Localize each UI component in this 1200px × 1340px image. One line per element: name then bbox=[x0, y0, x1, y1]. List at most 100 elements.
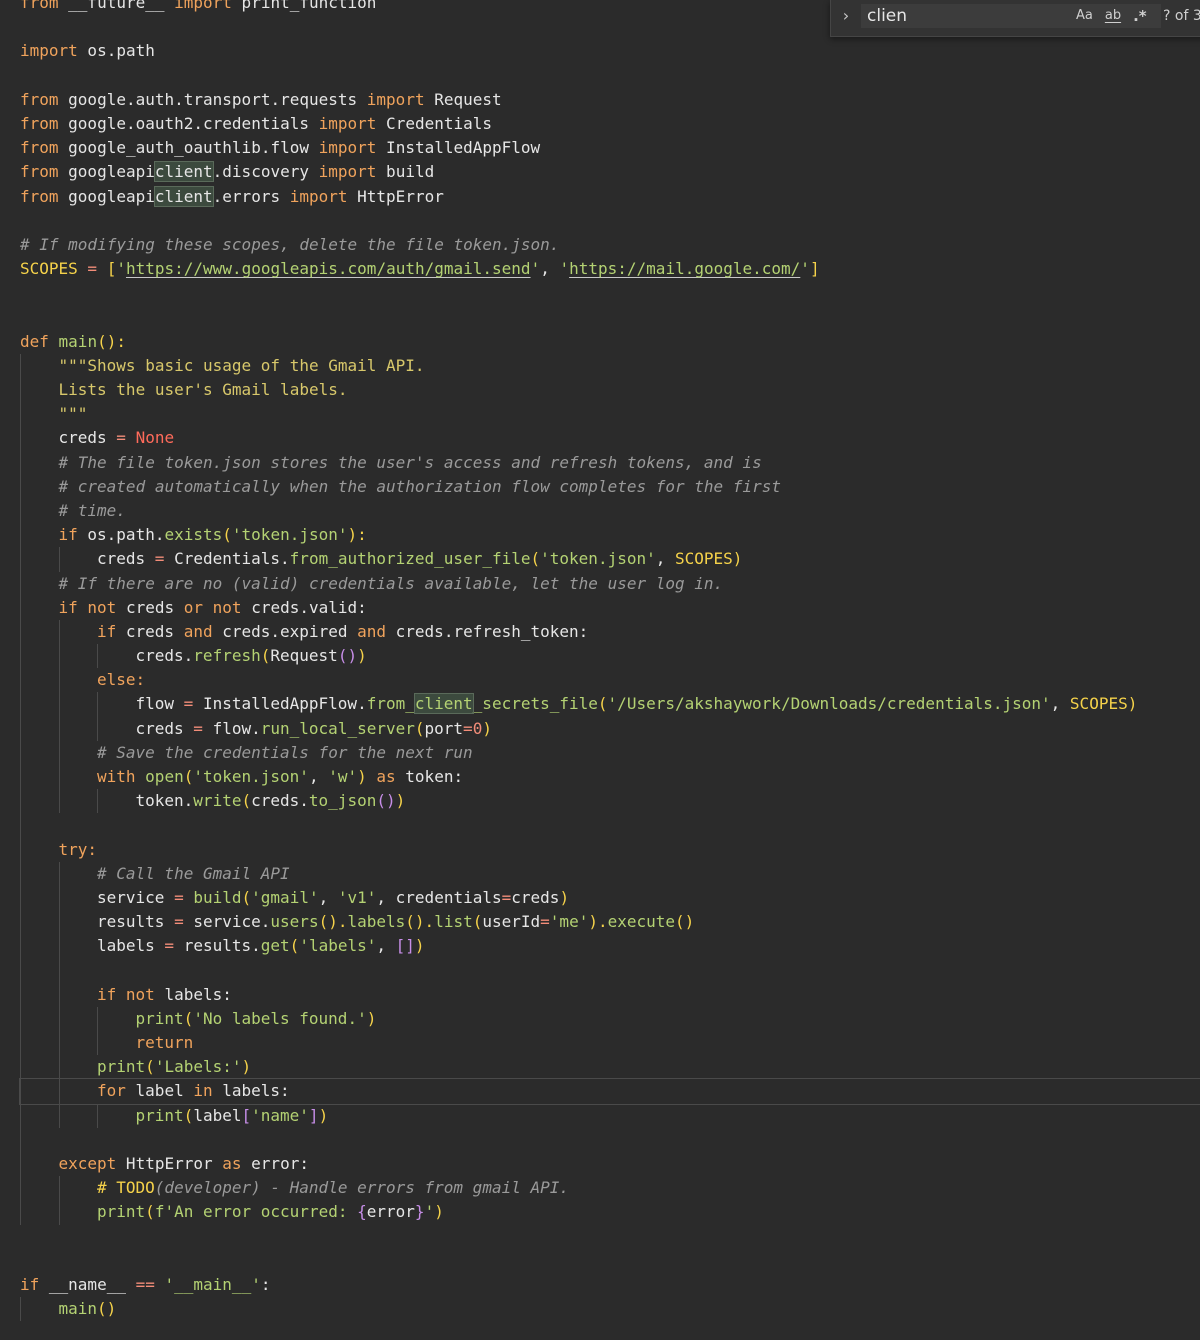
code-line-12[interactable]: SCOPES = ['https://www.googleapis.com/au… bbox=[20, 257, 1200, 281]
code-line-15[interactable]: def main(): bbox=[20, 330, 1200, 354]
punctuation: ). bbox=[588, 912, 608, 932]
operator: = bbox=[501, 887, 512, 907]
code-line-29[interactable]: else: bbox=[20, 668, 1200, 693]
code-line-36[interactable]: try: bbox=[20, 837, 1200, 862]
operator: = bbox=[540, 912, 550, 932]
code-line-10[interactable] bbox=[20, 209, 1200, 233]
code-line-44[interactable]: return bbox=[20, 1031, 1200, 1056]
url-link[interactable]: https://mail.google.com/ bbox=[569, 259, 800, 278]
code-line-45[interactable]: print('Labels:') bbox=[20, 1055, 1200, 1080]
url-link[interactable]: https://www.googleapis.com/auth/gmail.se… bbox=[126, 259, 531, 278]
keyword: from bbox=[20, 113, 59, 133]
code-line-54[interactable]: if __name__ == '__main__': bbox=[20, 1273, 1200, 1297]
regex-button[interactable]: .* bbox=[1130, 5, 1150, 27]
code-line-6[interactable]: from google.oauth2.credentials import Cr… bbox=[20, 112, 1200, 136]
code-line-16[interactable]: """Shows basic usage of the Gmail API. bbox=[20, 353, 1200, 378]
punctuation: ) bbox=[559, 887, 570, 907]
code-line-32[interactable]: # Save the credentials for the next run bbox=[20, 740, 1200, 765]
identifier: build bbox=[376, 162, 435, 182]
code-line-42[interactable]: if not labels: bbox=[20, 982, 1200, 1007]
function-name: refresh bbox=[193, 646, 261, 666]
code-line-27[interactable]: if creds and creds.expired and creds.ref… bbox=[20, 619, 1200, 645]
keyword: and bbox=[357, 621, 387, 641]
code-line-50[interactable]: # TODO(developer) - Handle errors from g… bbox=[20, 1176, 1200, 1201]
search-match-highlight: client bbox=[153, 185, 214, 207]
code-line-8[interactable]: from googleapiclient.discovery import bu… bbox=[20, 160, 1200, 184]
string: 'token.json' bbox=[231, 525, 348, 545]
identifier: port bbox=[424, 718, 464, 738]
code-line-9[interactable]: from googleapiclient.errors import HttpE… bbox=[20, 185, 1200, 209]
code-editor[interactable]: from __future__ import print_function im… bbox=[0, 0, 1200, 1340]
code-line-31[interactable]: creds = flow.run_local_server(port=0) bbox=[20, 716, 1200, 741]
whole-word-button[interactable]: ab bbox=[1102, 5, 1124, 27]
code-line-49[interactable]: except HttpError as error: bbox=[20, 1152, 1200, 1177]
code-line-26[interactable]: if not creds or not creds.valid: bbox=[20, 595, 1200, 620]
match-case-button[interactable]: Aa bbox=[1073, 5, 1096, 27]
code-line-48[interactable] bbox=[20, 1127, 1200, 1152]
code-line-39[interactable]: results = service.users().labels().list(… bbox=[20, 910, 1200, 935]
search-match-highlight: client bbox=[413, 693, 474, 715]
code-line-47[interactable]: print(label['name']) bbox=[20, 1103, 1200, 1128]
code-line-28[interactable]: creds.refresh(Request()) bbox=[20, 644, 1200, 669]
code-line-33[interactable]: with open('token.json', 'w') as token: bbox=[20, 765, 1200, 790]
code-line-18[interactable]: """ bbox=[20, 402, 1200, 427]
code-line-14[interactable] bbox=[20, 305, 1200, 329]
keyword: if bbox=[58, 525, 78, 545]
code-line-38[interactable]: service = build('gmail', 'v1', credentia… bbox=[20, 885, 1200, 911]
code-line-3[interactable]: import os.path bbox=[20, 39, 1200, 63]
code-line-30[interactable]: flow = InstalledAppFlow.from_client_secr… bbox=[20, 692, 1200, 717]
string: 'No labels found.' bbox=[193, 1008, 367, 1028]
code-line-51[interactable]: print(f'An error occurred: {error}') bbox=[20, 1200, 1200, 1225]
code-line-20[interactable]: # The file token.json stores the user's … bbox=[20, 450, 1200, 475]
identifier: Credentials. bbox=[174, 549, 290, 569]
keyword: as bbox=[376, 767, 396, 786]
code-line-55[interactable]: main() bbox=[20, 1297, 1200, 1322]
identifier: .discovery bbox=[212, 162, 319, 182]
identifier: creds bbox=[58, 428, 107, 448]
identifier: os.path. bbox=[77, 525, 165, 545]
todo-marker: # TODO bbox=[97, 1178, 155, 1198]
punctuation: [ bbox=[106, 259, 117, 279]
keyword: import bbox=[318, 113, 377, 133]
code-line-5[interactable]: from google.auth.transport.requests impo… bbox=[20, 88, 1200, 112]
code-line-40[interactable]: labels = results.get('labels', []) bbox=[20, 934, 1200, 959]
code-area[interactable]: from __future__ import print_function im… bbox=[19, 0, 1200, 1322]
identifier: creds.refresh_token: bbox=[386, 621, 589, 641]
code-line-21[interactable]: # created automatically when the authori… bbox=[20, 474, 1200, 499]
keyword: not bbox=[125, 984, 155, 1004]
function-name: print bbox=[135, 1105, 184, 1125]
code-line-17[interactable]: Lists the user's Gmail labels. bbox=[20, 378, 1200, 403]
code-line-4[interactable] bbox=[20, 64, 1200, 88]
keyword: def bbox=[20, 331, 49, 351]
identifier: labels bbox=[97, 936, 155, 956]
code-line-24[interactable]: creds = Credentials.from_authorized_user… bbox=[20, 547, 1200, 572]
function-name: build bbox=[193, 887, 242, 907]
code-line-41[interactable] bbox=[20, 958, 1200, 983]
code-line-34[interactable]: token.write(creds.to_json()) bbox=[20, 789, 1200, 814]
code-line-53[interactable] bbox=[20, 1249, 1200, 1273]
keyword: in bbox=[193, 1081, 213, 1101]
code-line-52[interactable] bbox=[20, 1225, 1200, 1249]
code-line-46[interactable]: for label in labels: bbox=[19, 1078, 1200, 1105]
identifier: results bbox=[97, 912, 165, 932]
code-line-23[interactable]: if os.path.exists('token.json'): bbox=[20, 523, 1200, 548]
code-line-11[interactable]: # If modifying these scopes, delete the … bbox=[20, 233, 1200, 257]
code-line-43[interactable]: print('No labels found.') bbox=[20, 1006, 1200, 1032]
code-line-37[interactable]: # Call the Gmail API bbox=[20, 861, 1200, 886]
chevron-right-icon[interactable]: › bbox=[837, 6, 855, 26]
function-name: print bbox=[97, 1057, 146, 1077]
code-line-35[interactable] bbox=[20, 813, 1200, 838]
code-line-7[interactable]: from google_auth_oauthlib.flow import In… bbox=[20, 136, 1200, 160]
identifier: labels: bbox=[212, 1081, 290, 1101]
code-line-22[interactable]: # time. bbox=[20, 498, 1200, 524]
string: ' bbox=[530, 259, 541, 279]
punctuation: (). bbox=[405, 912, 435, 932]
operator: = bbox=[164, 887, 194, 907]
code-line-19[interactable]: creds = None bbox=[20, 426, 1200, 451]
identifier: results. bbox=[183, 936, 261, 956]
code-line-13[interactable] bbox=[20, 281, 1200, 305]
identifier: print_function bbox=[231, 0, 377, 12]
identifier: google.auth.transport.requests bbox=[58, 89, 367, 109]
code-line-25[interactable]: # If there are no (valid) credentials av… bbox=[20, 571, 1200, 596]
punctuation: : bbox=[260, 1274, 271, 1294]
